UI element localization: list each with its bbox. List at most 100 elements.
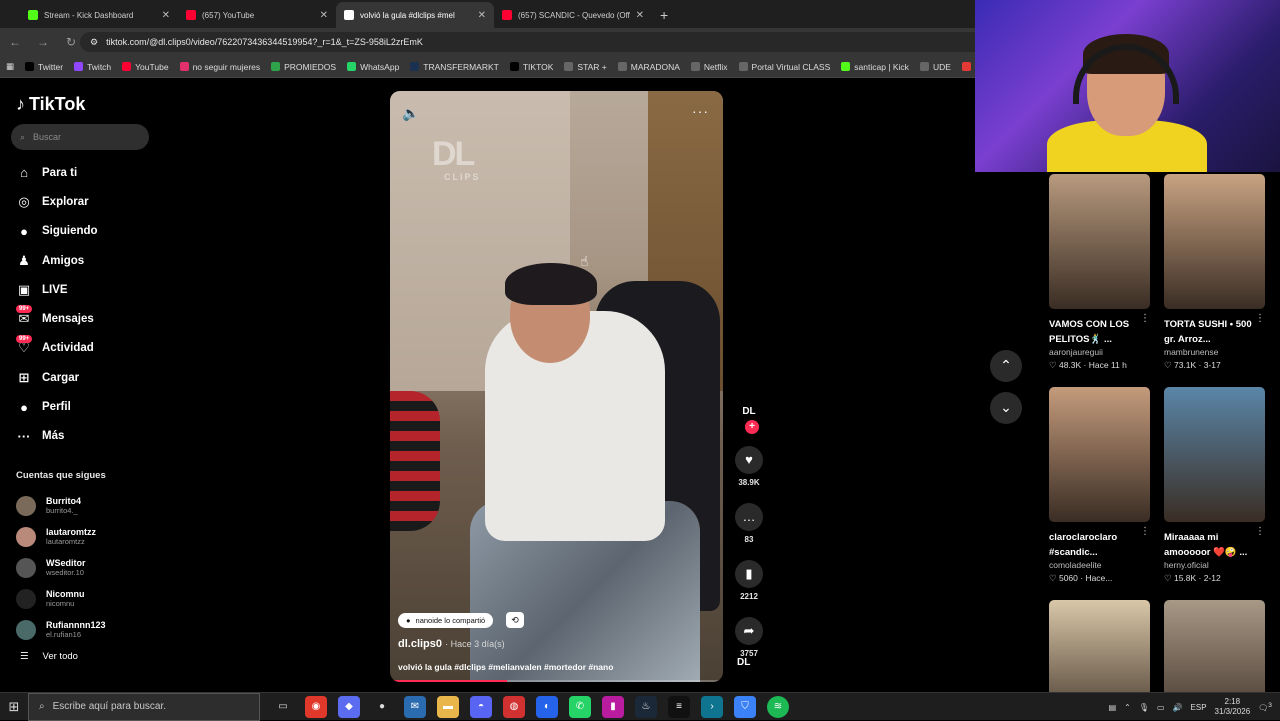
more-options-icon[interactable]: ⋮ bbox=[1255, 313, 1265, 324]
video-thumbnail[interactable] bbox=[1049, 600, 1150, 692]
chevron-up-icon[interactable]: ⌃ bbox=[1124, 703, 1131, 712]
bookmark-item[interactable]: Super bbox=[961, 62, 975, 72]
taskbar-search[interactable]: ⌕ Escribe aquí para buscar. bbox=[28, 692, 260, 721]
following-account[interactable]: WSeditor wseditor.10 bbox=[16, 552, 106, 583]
related-video-card[interactable] bbox=[1164, 600, 1265, 692]
obs-icon[interactable]: ● bbox=[371, 696, 393, 718]
bookmark-item[interactable]: WhatsApp bbox=[347, 62, 399, 72]
video-thumbnail[interactable] bbox=[1164, 174, 1265, 309]
video-thumbnail[interactable] bbox=[1164, 600, 1265, 692]
bookmark-item[interactable]: PROMIEDOS bbox=[271, 62, 336, 72]
bookmark-item[interactable]: Twitch bbox=[74, 62, 111, 72]
video-thumbnail[interactable] bbox=[1164, 387, 1265, 522]
spotify-icon[interactable]: ≋ bbox=[767, 695, 789, 718]
terminal-icon[interactable]: › bbox=[701, 695, 723, 718]
mic-icon[interactable]: 🎙 bbox=[1139, 703, 1149, 712]
following-account[interactable]: Nicomnu nicomnu bbox=[16, 583, 106, 614]
apps-icon[interactable]: ▦ bbox=[6, 61, 14, 72]
more-options-icon[interactable]: ··· bbox=[692, 103, 709, 119]
video-thumbnail[interactable] bbox=[1049, 174, 1150, 309]
clock[interactable]: 2:18 31/3/2026 bbox=[1215, 697, 1251, 717]
following-account[interactable]: lautaromtzz lautaromtzz bbox=[16, 521, 106, 552]
back-icon[interactable]: ← bbox=[8, 35, 22, 49]
browser-tab[interactable]: Stream - Kick Dashboard ✕ bbox=[20, 2, 178, 28]
like-button[interactable]: ♥ bbox=[735, 446, 763, 474]
forward-icon[interactable]: → bbox=[36, 35, 50, 49]
more-options-icon[interactable]: ⋮ bbox=[1255, 526, 1265, 537]
network-icon[interactable]: ▭ bbox=[1157, 703, 1165, 712]
next-video-button[interactable]: ⌄ bbox=[990, 392, 1022, 424]
video-thumbnail[interactable] bbox=[1049, 387, 1150, 522]
repost-icon[interactable]: ⟲ bbox=[506, 612, 524, 628]
volume-icon[interactable]: 🔊 bbox=[1173, 703, 1183, 712]
sidebar-item[interactable]: ◎ Explorar bbox=[16, 187, 98, 216]
video-author[interactable]: dl.clips0 · Hace 3 día(s) bbox=[398, 638, 505, 650]
more-options-icon[interactable]: ⋮ bbox=[1140, 526, 1150, 537]
creator-avatar[interactable]: DL + bbox=[737, 400, 761, 434]
comment-button[interactable]: … bbox=[735, 503, 763, 531]
mail-icon[interactable]: ✉ bbox=[404, 695, 426, 718]
sound-avatar[interactable]: DL bbox=[737, 657, 750, 668]
following-account[interactable]: Burrito4 burrito4._ bbox=[16, 490, 106, 521]
share-button[interactable]: ➦ bbox=[735, 617, 763, 645]
whatsapp-icon[interactable]: ✆ bbox=[569, 695, 591, 718]
following-account[interactable]: Rufiannnn123 el.rufian16 bbox=[16, 614, 106, 645]
notification-icon[interactable]: 🗨3 bbox=[1258, 702, 1272, 713]
sidebar-item[interactable]: ⌂ Para ti bbox=[16, 158, 98, 187]
browser-tab[interactable]: (657) SCANDIC - Quevedo (Offi ✕ bbox=[494, 2, 652, 28]
app3-icon[interactable]: ≡ bbox=[668, 695, 690, 718]
sidebar-item[interactable]: ··· Más bbox=[16, 422, 98, 451]
windows-start-icon[interactable]: ⊞ bbox=[0, 699, 28, 715]
vpn-icon[interactable]: ⛉ bbox=[734, 695, 756, 718]
related-video-card[interactable]: TORTA SUSHI • 500 gr. Arroz... mambrunen… bbox=[1164, 174, 1265, 371]
bookmark-item[interactable]: MARADONA bbox=[617, 62, 680, 72]
close-icon[interactable]: ✕ bbox=[162, 10, 170, 21]
sidebar-item[interactable]: ● Siguiendo bbox=[16, 217, 98, 246]
copilot-icon[interactable]: ◆ bbox=[338, 695, 360, 718]
app2-icon[interactable]: ▮ bbox=[602, 695, 624, 718]
app-icon[interactable]: ◐ bbox=[536, 695, 558, 718]
bookmark-item[interactable]: Portal Virtual CLASS bbox=[738, 62, 830, 72]
language[interactable]: ESP bbox=[1191, 703, 1207, 712]
close-icon[interactable]: ✕ bbox=[636, 10, 644, 21]
close-icon[interactable]: ✕ bbox=[478, 10, 486, 21]
chrome-icon[interactable]: ◉ bbox=[305, 695, 327, 718]
reload-icon[interactable]: ↻ bbox=[64, 35, 78, 49]
related-video-card[interactable] bbox=[1049, 600, 1150, 692]
sidebar-item[interactable]: ▣ LIVE bbox=[16, 275, 98, 304]
site-info-icon[interactable]: ⚙ bbox=[90, 37, 98, 48]
media-icon[interactable]: ◍ bbox=[503, 695, 525, 718]
sidebar-item[interactable]: ♟ Amigos bbox=[16, 246, 98, 275]
see-all-button[interactable]: ☰ Ver todo bbox=[20, 651, 78, 662]
bookmark-item[interactable]: Netflix bbox=[690, 62, 728, 72]
tiktok-logo[interactable]: ♪ TikTok bbox=[16, 94, 85, 115]
close-icon[interactable]: ✕ bbox=[320, 10, 328, 21]
save-button[interactable]: ▮ bbox=[735, 560, 763, 588]
new-tab-icon[interactable]: + bbox=[660, 2, 668, 28]
bookmark-item[interactable]: STAR + bbox=[564, 62, 607, 72]
bookmark-item[interactable]: no seguir mujeres bbox=[179, 62, 260, 72]
video-progress[interactable] bbox=[390, 680, 723, 682]
bookmark-item[interactable]: santicap | Kick bbox=[841, 62, 909, 72]
task-view-icon[interactable]: ▭ bbox=[272, 696, 294, 718]
bookmark-item[interactable]: TIKTOK bbox=[509, 62, 553, 72]
previous-video-button[interactable]: ⌃ bbox=[990, 350, 1022, 382]
bookmark-item[interactable]: YouTube bbox=[122, 62, 169, 72]
tray-icon[interactable]: ▤ bbox=[1109, 703, 1117, 712]
more-options-icon[interactable]: ⋮ bbox=[1140, 313, 1150, 324]
bookmark-item[interactable]: UDE bbox=[919, 62, 951, 72]
sidebar-item[interactable]: ⊞ Cargar bbox=[16, 363, 98, 392]
discord-icon[interactable]: ◓ bbox=[470, 695, 492, 718]
url-field[interactable]: ⚙ tiktok.com/@dl.clips0/video/7622073436… bbox=[80, 32, 975, 52]
steam-icon[interactable]: ♨ bbox=[635, 695, 657, 718]
volume-icon[interactable]: 🔈 bbox=[402, 105, 419, 122]
search-input[interactable]: ⌕ Buscar bbox=[11, 124, 149, 150]
folder-icon[interactable]: ▬ bbox=[437, 695, 459, 718]
sidebar-item[interactable]: ✉ 99+ Mensajes bbox=[16, 304, 98, 333]
browser-tab[interactable]: volvió la gula #dlclips #mel ✕ bbox=[336, 2, 494, 28]
related-video-card[interactable]: Miraaaaa mi amooooor ❤️🤪 ... herny.ofici… bbox=[1164, 387, 1265, 584]
bookmark-item[interactable]: TRANSFERMARKT bbox=[410, 62, 499, 72]
browser-tab[interactable]: (657) YouTube ✕ bbox=[178, 2, 336, 28]
shared-by-pill[interactable]: ● nanoide lo compartió bbox=[398, 613, 494, 628]
sidebar-item[interactable]: ● Perfil bbox=[16, 392, 98, 421]
